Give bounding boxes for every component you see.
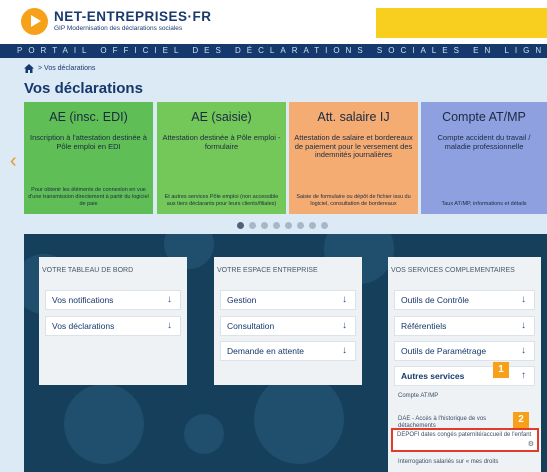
step-badge-2: 2 <box>513 412 529 428</box>
menu-outils-de-controle[interactable]: Outils de Contrôle ↓ <box>394 290 535 310</box>
menu-label: Référentiels <box>401 321 447 331</box>
menu-label: Outils de Contrôle <box>401 295 470 305</box>
arrow-down-icon: ↓ <box>342 294 347 305</box>
portal-bar: PORTAIL OFFICIEL DES DÉCLARATIONS SOCIAL… <box>0 44 547 58</box>
carousel-prev-icon[interactable]: ‹ <box>10 151 17 171</box>
card-title: Compte AT/MP <box>442 110 526 124</box>
arrow-up-icon: ↑ <box>521 370 526 381</box>
brand-subtitle: GIP Modernisation des déclarations socia… <box>54 25 183 32</box>
menu-label: Vos notifications <box>52 295 114 305</box>
card-foot: Et autres services Pôle emploi (non acce… <box>164 194 279 208</box>
breadcrumb-current: > Vos déclarations <box>38 65 96 72</box>
header-banner <box>376 8 547 38</box>
submenu-depofi-highlighted[interactable]: DEPOFI dates congés paternité/accueil de… <box>391 428 539 452</box>
step-badge-1: 1 <box>493 362 509 378</box>
carousel-dot[interactable] <box>261 222 268 229</box>
gear-icon: ⚙ <box>527 440 534 448</box>
carousel-dot[interactable] <box>297 222 304 229</box>
breadcrumb: > Vos déclarations <box>24 64 95 73</box>
carousel-dot[interactable] <box>321 222 328 229</box>
decor-bubble <box>254 374 344 464</box>
card-foot: Pour obtenir les éléments de connexion e… <box>28 187 149 208</box>
panel-espace-entreprise: VOTRE ESPACE ENTREPRISE Gestion ↓ Consul… <box>214 257 362 385</box>
home-icon[interactable] <box>24 64 34 73</box>
menu-demande-en-attente[interactable]: Demande en attente ↓ <box>220 341 356 361</box>
card-title: AE (saisie) <box>191 110 252 124</box>
card-foot: Taux AT/MP, informations et détails <box>441 201 527 208</box>
panel-heading: VOS SERVICES COMPLEMENTAIRES <box>391 267 515 274</box>
arrow-down-icon: ↓ <box>167 320 172 331</box>
menu-outils-de-parametrage[interactable]: Outils de Paramétrage ↓ <box>394 341 535 361</box>
arrow-down-icon: ↓ <box>342 345 347 356</box>
card-ae-saisie[interactable]: AE (saisie) Attestation destinée à Pôle … <box>157 102 286 214</box>
menu-vos-declarations[interactable]: Vos déclarations ↓ <box>45 316 181 336</box>
page-title: Vos déclarations <box>24 80 143 97</box>
menu-vos-notifications[interactable]: Vos notifications ↓ <box>45 290 181 310</box>
card-foot: Saisie de formulaire ou dépôt de fichier… <box>296 194 411 208</box>
card-ae-insc-edi[interactable]: AE (insc. EDI) Inscription à l'attestati… <box>24 102 153 214</box>
card-desc: Compte accident du travail / maladie pro… <box>437 133 531 151</box>
submenu-compte-atmp[interactable]: Compte AT/MP <box>394 393 535 400</box>
menu-label: Consultation <box>227 321 275 331</box>
menu-referentiels[interactable]: Référentiels ↓ <box>394 316 535 336</box>
arrow-down-icon: ↓ <box>167 294 172 305</box>
brand-name[interactable]: NET-ENTREPRISES·FR <box>54 9 212 24</box>
panel-heading: VOTRE ESPACE ENTREPRISE <box>217 267 318 274</box>
card-compte-atmp[interactable]: Compte AT/MP Compte accident du travail … <box>421 102 547 214</box>
arrow-down-icon: ↓ <box>521 320 526 331</box>
card-title: AE (insc. EDI) <box>49 110 128 124</box>
menu-label: Outils de Paramétrage <box>401 346 487 356</box>
panel-tableau-de-bord: VOTRE TABLEAU DE BORD Vos notifications … <box>39 257 187 385</box>
card-desc: Attestation de salaire et bordereaux de … <box>294 133 413 160</box>
menu-label: Gestion <box>227 295 257 305</box>
card-title: Att. salaire IJ <box>317 110 390 124</box>
carousel-dot[interactable] <box>249 222 256 229</box>
menu-label: Demande en attente <box>227 346 305 356</box>
submenu-depofi-label: DEPOFI dates congés paternité/accueil de… <box>397 432 532 438</box>
decor-bubble <box>64 384 144 464</box>
site-header: NET-ENTREPRISES·FR GIP Modernisation des… <box>0 0 547 44</box>
carousel-dot[interactable] <box>237 222 244 229</box>
carousel-dots <box>237 222 328 229</box>
arrow-down-icon: ↓ <box>342 320 347 331</box>
carousel-dot[interactable] <box>285 222 292 229</box>
arrow-down-icon: ↓ <box>521 294 526 305</box>
card-desc: Inscription à l'attestation destinée à P… <box>30 133 147 151</box>
card-att-salaire-ij[interactable]: Att. salaire IJ Attestation de salaire e… <box>289 102 418 214</box>
menu-autres-services[interactable]: Autres services ↑ <box>394 366 535 386</box>
carousel-dot[interactable] <box>309 222 316 229</box>
panel-heading: VOTRE TABLEAU DE BORD <box>42 267 134 274</box>
card-desc: Attestation destinée à Pôle emploi - for… <box>162 133 281 151</box>
carousel-dot[interactable] <box>273 222 280 229</box>
submenu-interrogation-salaries[interactable]: Interrogation salariés sur « mes droits <box>394 459 535 466</box>
menu-gestion[interactable]: Gestion ↓ <box>220 290 356 310</box>
menu-consultation[interactable]: Consultation ↓ <box>220 316 356 336</box>
menu-label: Vos déclarations <box>52 321 115 331</box>
arrow-down-icon: ↓ <box>521 345 526 356</box>
decor-bubble <box>184 414 224 454</box>
play-logo-icon[interactable] <box>21 8 48 35</box>
menu-label: Autres services <box>401 371 465 381</box>
